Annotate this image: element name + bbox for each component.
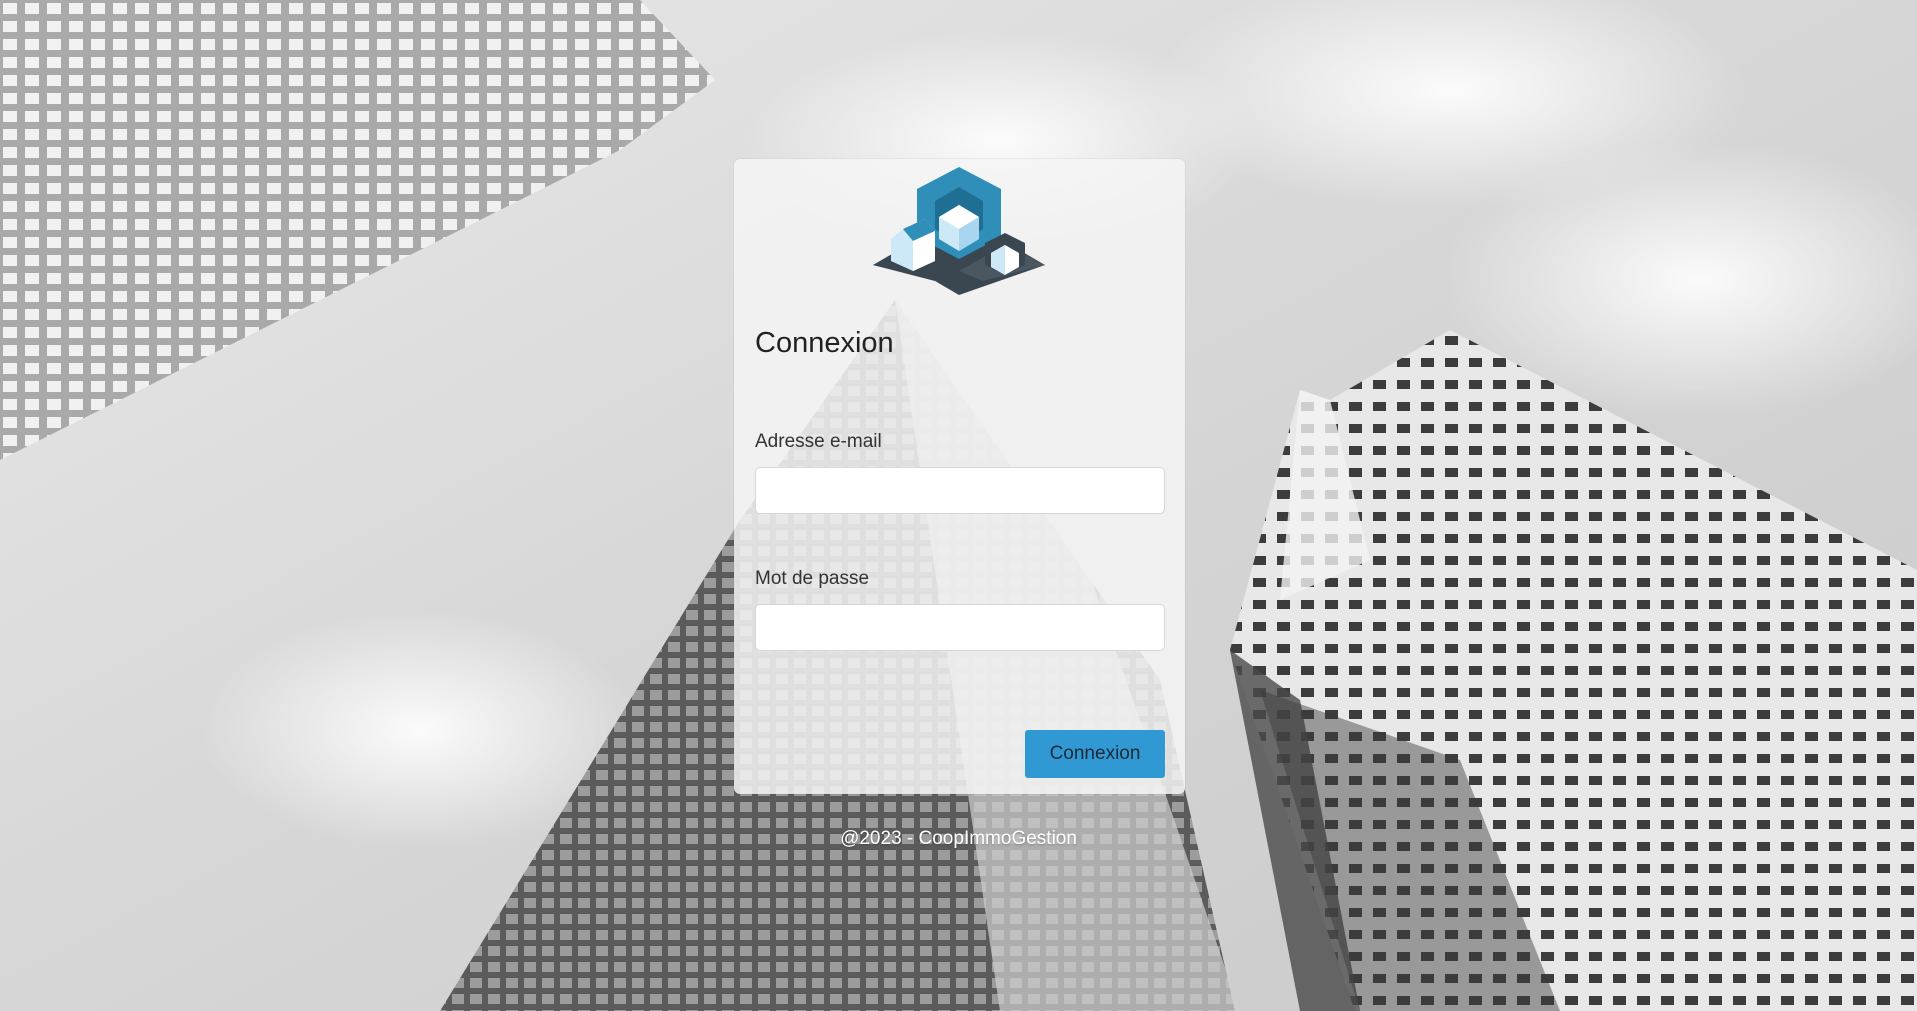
page-title: Connexion	[755, 327, 894, 359]
email-label: Adresse e-mail	[755, 431, 882, 452]
login-card: Connexion Adresse e-mail Mot de passe Co…	[734, 159, 1185, 794]
password-field[interactable]	[755, 604, 1165, 651]
email-field[interactable]	[755, 467, 1165, 514]
footer-copyright: @2023 - CoopImmoGestion	[840, 828, 1077, 849]
coopimmogestion-logo-icon	[873, 167, 1045, 295]
password-label: Mot de passe	[755, 568, 870, 589]
login-button[interactable]: Connexion	[1025, 730, 1165, 778]
